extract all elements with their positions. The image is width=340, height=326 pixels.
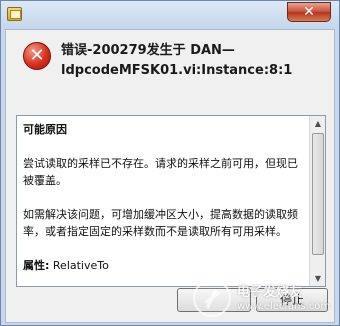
- watermark-url: www.elecfans.com: [237, 301, 331, 312]
- labview-icon: [7, 7, 22, 21]
- details-content: 可能原因 尝试读取的采样已不存在。请求的采样之前可用，但现已被覆盖。 如需解决该…: [17, 116, 309, 274]
- property-value: RelativeTo: [52, 259, 109, 272]
- error-icon: ✕: [23, 42, 51, 70]
- watermark-logo-icon: [193, 279, 231, 317]
- title-bar[interactable]: ✕: [1, 1, 339, 29]
- watermark: 电子发烧友 www.elecfans.com: [193, 277, 333, 321]
- close-icon: ✕: [303, 4, 315, 20]
- close-button[interactable]: ✕: [287, 2, 331, 22]
- details-textbox[interactable]: 可能原因 尝试读取的采样已不存在。请求的采样之前可用，但现已被覆盖。 如需解决该…: [16, 115, 326, 287]
- details-heading: 可能原因: [23, 123, 67, 136]
- vertical-scrollbar[interactable]: ▲ ▼: [309, 116, 325, 286]
- scroll-up-arrow-icon[interactable]: ▲: [311, 116, 325, 131]
- property-label: 属性:: [23, 259, 50, 272]
- property-line: 属性: RelativeTo: [23, 257, 303, 274]
- error-dialog-window: ✕ ✕ 错误-200279发生于 DAN—ldpcodeMFSK01.vi:In…: [0, 0, 340, 326]
- solution-paragraph: 如需解决该问题，可增加缓冲区大小，提高数据的读取频率，或者指定固定的采样数而不是…: [23, 208, 298, 238]
- watermark-text: 电子发烧友: [237, 285, 303, 300]
- cause-paragraph: 尝试读取的采样已不存在。请求的采样之前可用，但现已被覆盖。: [23, 157, 298, 187]
- scroll-thumb[interactable]: [312, 133, 324, 255]
- error-message: 错误-200279发生于 DAN—ldpcodeMFSK01.vi:Instan…: [61, 43, 293, 78]
